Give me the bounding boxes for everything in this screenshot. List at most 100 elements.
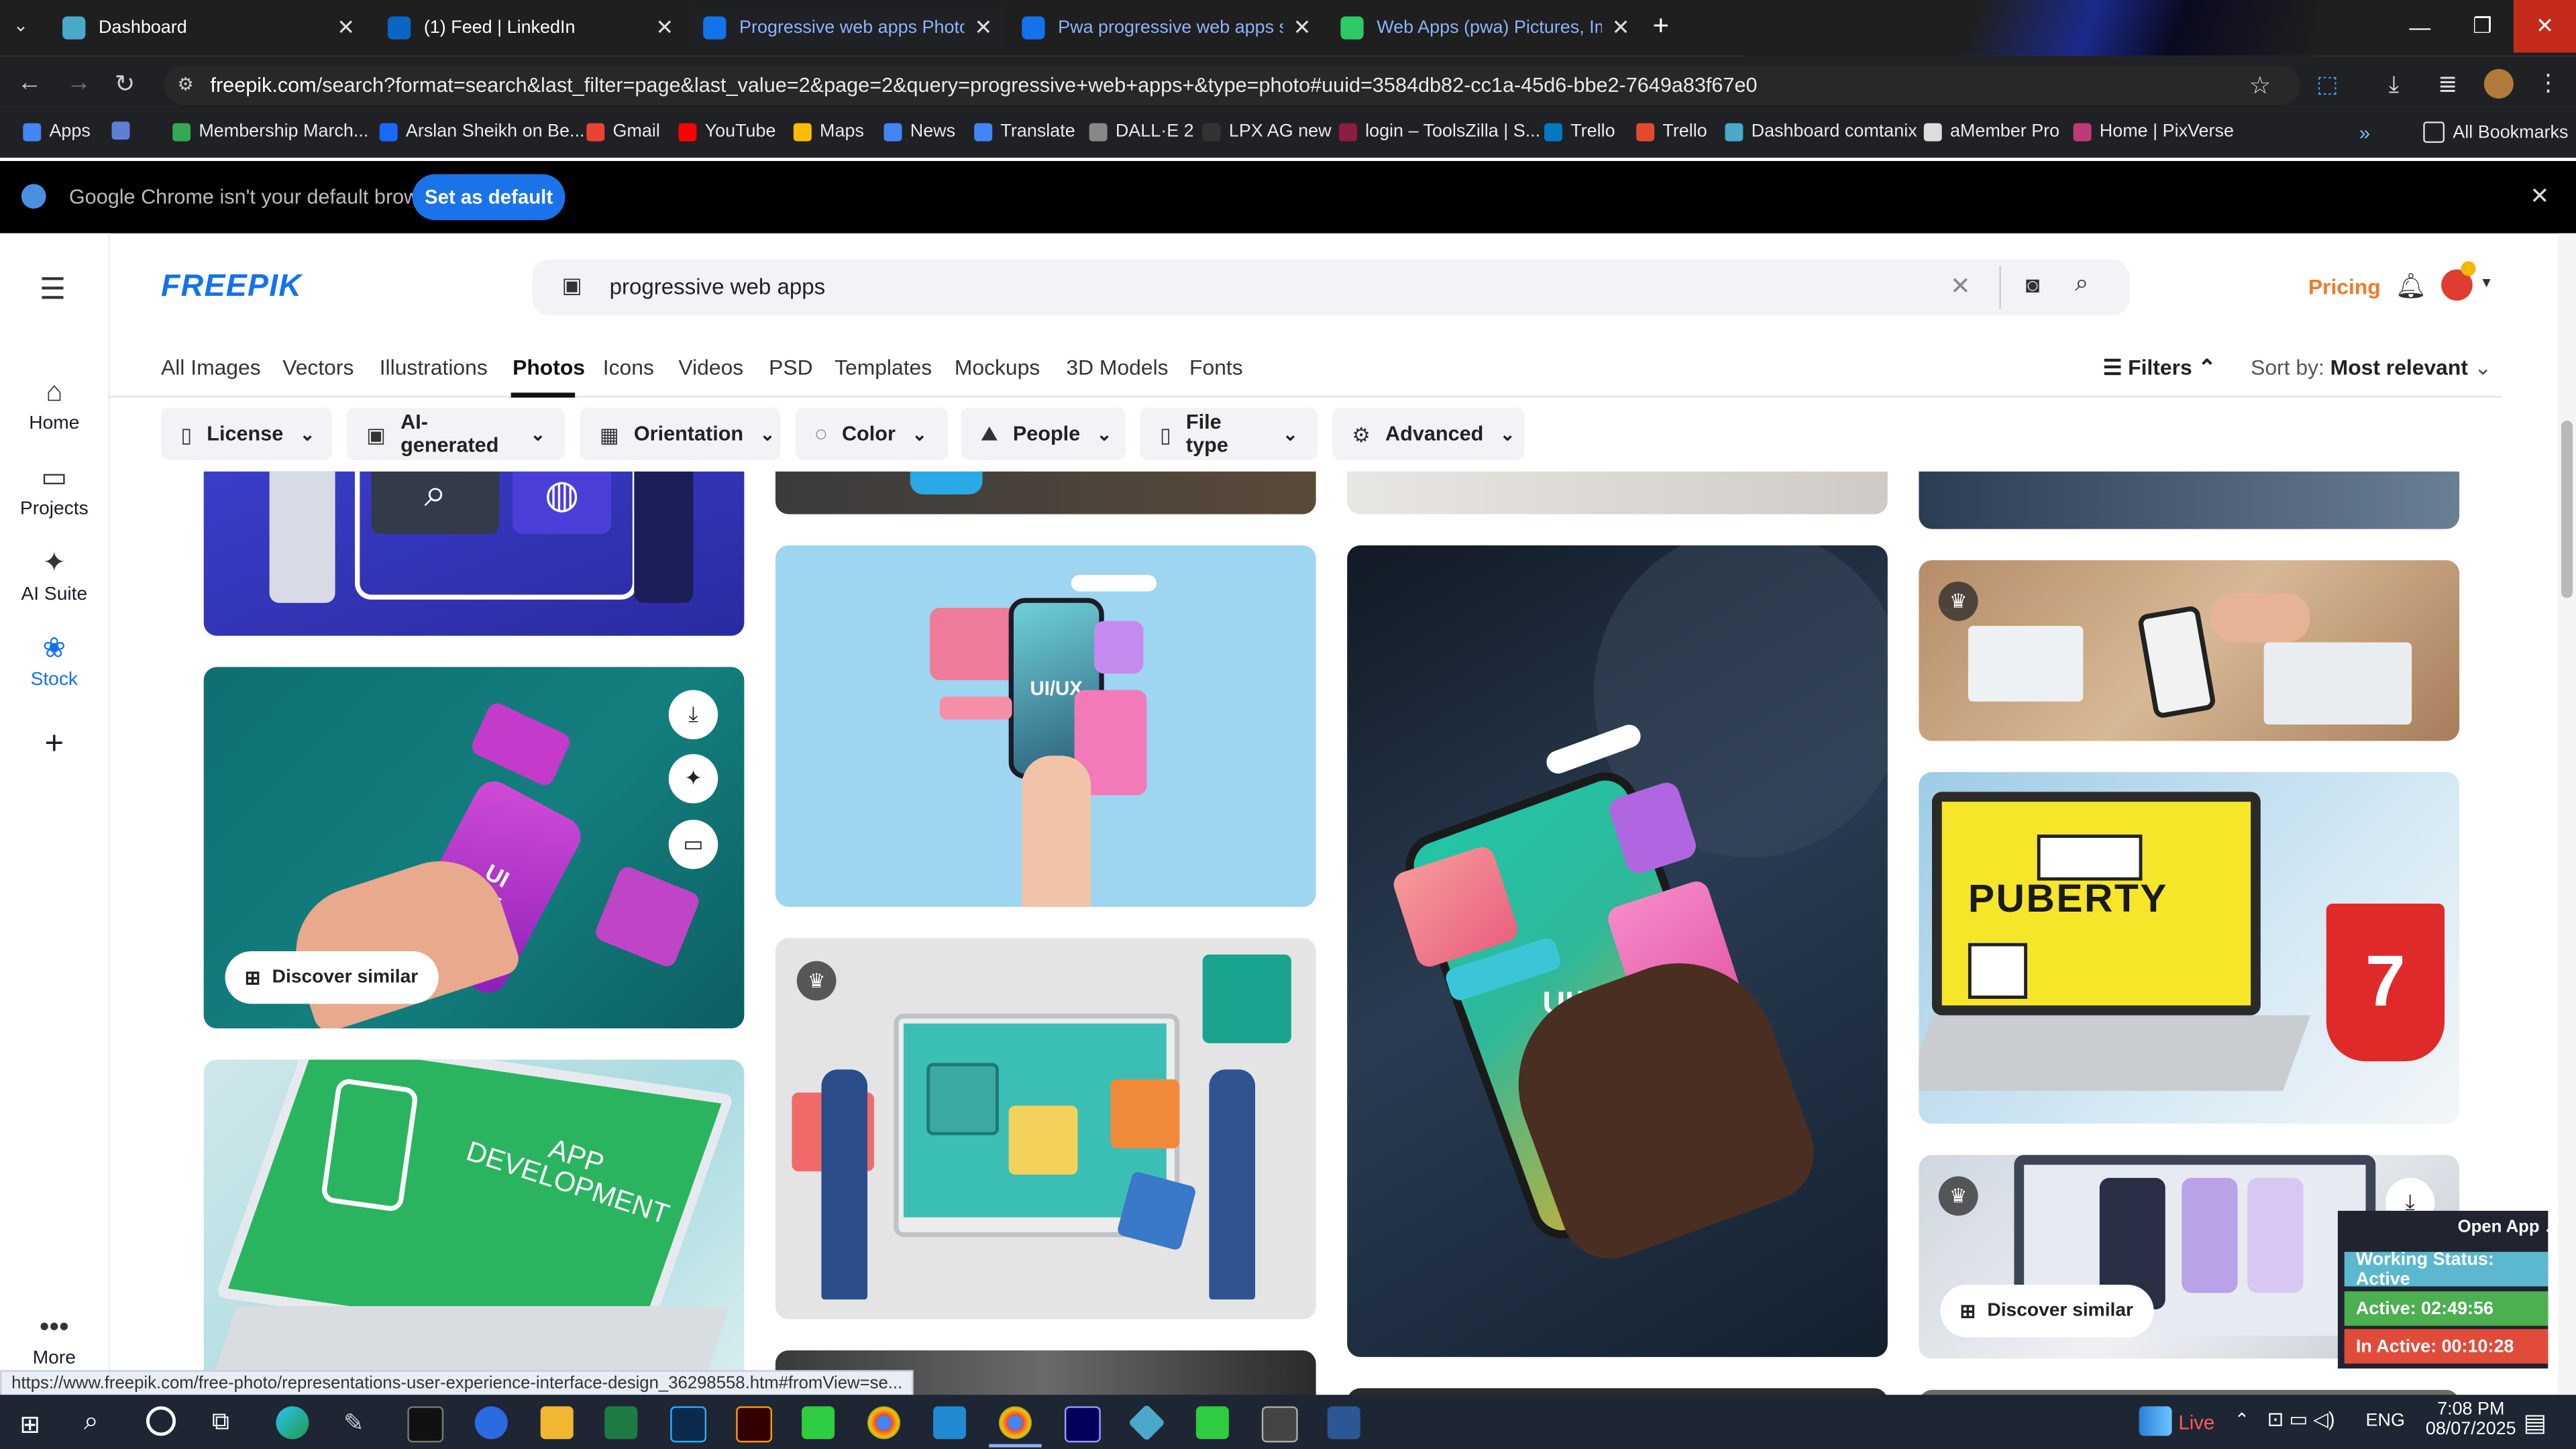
category-icons[interactable]: Icons	[603, 355, 654, 380]
add-project-icon[interactable]: +	[0, 726, 109, 763]
filter-file-type[interactable]: ▯ File type ⌄	[1140, 407, 1318, 460]
premiere-icon[interactable]	[1064, 1406, 1101, 1443]
bookmark-news[interactable]: News	[883, 121, 955, 142]
chevron-up-icon[interactable]: ⌃	[2235, 1409, 2250, 1431]
restore-icon[interactable]: ❐	[2451, 0, 2514, 52]
tab-freepik-active[interactable]: Progressive web apps Photos | ✕	[690, 6, 1006, 50]
notification-center-icon[interactable]: ▤	[2524, 1408, 2547, 1438]
photo-app-development-laptop[interactable]: APP DEVELOPMENT	[203, 1059, 745, 1405]
tab-dashboard[interactable]: Dashboard ✕	[49, 7, 368, 50]
clock[interactable]: 7:08 PM 08/07/2025	[2425, 1400, 2517, 1440]
extension-icon[interactable]: ⬚	[2316, 70, 2338, 99]
bookmark-youtube[interactable]: YouTube	[678, 121, 775, 142]
file-explorer-icon[interactable]	[540, 1406, 574, 1440]
category-illustrations[interactable]: Illustrations	[380, 355, 488, 380]
windows-start-icon[interactable]: ⊞	[19, 1409, 40, 1440]
green-app-icon[interactable]	[1195, 1406, 1229, 1440]
bookmark-translate[interactable]: Translate	[974, 121, 1075, 142]
bookmark-trello-2[interactable]: Trello	[1636, 121, 1707, 142]
open-app-link[interactable]: Open App ↗	[2458, 1218, 2559, 1237]
chrome-icon[interactable]	[867, 1406, 901, 1440]
rail-projects[interactable]: ▭ Projects	[0, 462, 109, 519]
back-icon[interactable]: ←	[13, 69, 46, 97]
illustrator-icon[interactable]	[736, 1406, 773, 1443]
close-window-icon[interactable]: ✕	[2513, 0, 2576, 53]
photo-partial-top[interactable]	[775, 471, 1316, 515]
filter-advanced[interactable]: ⚙ Advanced ⌄	[1332, 407, 1525, 460]
excel-icon[interactable]	[604, 1406, 638, 1440]
vscode-icon[interactable]	[933, 1406, 967, 1440]
cortana-icon[interactable]	[146, 1406, 176, 1436]
close-infobar-icon[interactable]: ✕	[2530, 182, 2549, 211]
search-icon[interactable]: ⌕	[84, 1408, 99, 1438]
photoshop-icon[interactable]	[670, 1406, 707, 1443]
terminal-icon[interactable]	[407, 1406, 444, 1443]
filter-ai-generated[interactable]: ▣ AI-generated ⌄	[346, 407, 566, 460]
filters-toggle[interactable]: ☰ Filters ⌃	[2103, 355, 2216, 381]
scrollbar-thumb[interactable]	[2561, 420, 2573, 598]
close-tab-icon[interactable]: ✕	[1293, 15, 1311, 41]
media-control-icon[interactable]: ≣	[2438, 70, 2457, 99]
bookmark-grid[interactable]	[111, 121, 138, 140]
bookmark-maps[interactable]: Maps	[793, 121, 864, 142]
freepik-logo[interactable]: FREEPIK	[161, 270, 302, 306]
page-scrollbar[interactable]	[2558, 233, 2576, 1397]
word-icon[interactable]	[1327, 1406, 1360, 1440]
search-icon[interactable]: ⌕	[2075, 270, 2089, 298]
profile-avatar[interactable]	[2483, 68, 2514, 99]
bookmark-lpx[interactable]: LPX AG new	[1202, 121, 1332, 142]
rail-more[interactable]: ••• More	[0, 1311, 109, 1368]
clear-search-icon[interactable]: ✕	[1950, 271, 1971, 301]
pricing-link[interactable]: Pricing	[2308, 274, 2381, 299]
bookmark-pixverse[interactable]: Home | PixVerse	[2073, 121, 2234, 142]
bookmark-dashboard-comtanix[interactable]: Dashboard comtanix	[1725, 121, 1917, 142]
bookmark-behance[interactable]: Arslan Sheikh on Be...	[379, 121, 584, 142]
notification-bell-icon[interactable]: 🔔︎	[2396, 271, 2427, 301]
download-icon[interactable]: ⤓	[668, 690, 718, 740]
url-text[interactable]: freepik.com/search?format=search&last_fi…	[210, 74, 1757, 97]
category-photos[interactable]: Photos	[513, 355, 585, 380]
discover-similar-button[interactable]: ⊞ Discover similar	[1940, 1285, 2153, 1338]
discover-similar-button[interactable]: ⊞ Discover similar	[225, 951, 438, 1004]
app-badge-icon[interactable]	[474, 1406, 508, 1440]
category-fonts[interactable]: Fonts	[1189, 355, 1243, 380]
photo-hands-wireframes-table[interactable]: ♛	[1919, 560, 2460, 741]
filter-license[interactable]: ▯ License ⌄	[161, 407, 332, 460]
download-icon[interactable]: ⤓	[2389, 70, 2399, 99]
close-tab-icon[interactable]: ✕	[655, 15, 674, 41]
task-view-icon[interactable]: ⧉	[212, 1408, 229, 1436]
category-all-images[interactable]: All Images	[161, 355, 261, 380]
category-3d-models[interactable]: 3D Models	[1066, 355, 1168, 380]
category-templates[interactable]: Templates	[835, 355, 932, 380]
photo-uiux-phone-hands[interactable]: UIUX ⤓ ✦ ▭ ⊞Discover similar	[203, 667, 745, 1029]
tab-search-chevron-icon[interactable]: ⌄	[13, 15, 29, 36]
bookmark-dalle[interactable]: DALL·E 2	[1089, 121, 1194, 142]
bookmark-gmail[interactable]: Gmail	[586, 121, 660, 142]
category-vectors[interactable]: Vectors	[282, 355, 354, 380]
green-app-icon[interactable]	[802, 1406, 835, 1440]
image-type-icon[interactable]: ▣	[562, 273, 582, 299]
calculator-icon[interactable]	[1261, 1406, 1298, 1443]
category-mockups[interactable]: Mockups	[955, 355, 1040, 380]
bookmark-amember[interactable]: aMember Pro	[1923, 121, 2059, 142]
filter-orientation[interactable]: ▦ Orientation ⌄	[580, 407, 781, 460]
rail-ai-suite[interactable]: ✦ AI Suite	[0, 547, 109, 605]
edge-icon[interactable]	[276, 1406, 309, 1440]
reload-icon[interactable]: ↻	[109, 69, 142, 99]
photo-uiux-dark-phone[interactable]: UI/UX	[1347, 545, 1888, 1357]
rail-stock[interactable]: ❀ Stock	[0, 633, 109, 690]
search-input[interactable]: progressive web apps	[610, 274, 826, 299]
minimize-icon[interactable]: —	[2389, 0, 2451, 52]
close-tab-icon[interactable]: ✕	[337, 15, 355, 41]
close-tab-icon[interactable]: ✕	[974, 15, 992, 41]
bookmark-membership[interactable]: Membership March...	[172, 121, 368, 142]
bookmark-star-icon[interactable]: ☆	[2249, 70, 2271, 101]
camera-search-icon[interactable]: ◙	[2026, 271, 2040, 297]
bookmark-toolszilla[interactable]: login – ToolsZilla | S...	[1338, 121, 1540, 142]
language-indicator[interactable]: ENG	[2366, 1411, 2405, 1431]
tray-apps-icon[interactable]: ⊡ ▭ ◁)	[2267, 1408, 2335, 1431]
bookmark-apps[interactable]: Apps	[23, 121, 91, 142]
photo-people-monitor-cards[interactable]: ♛	[775, 938, 1316, 1320]
ai-magic-icon[interactable]: ✦	[668, 754, 718, 804]
all-bookmarks[interactable]: All Bookmarks	[2423, 121, 2568, 144]
